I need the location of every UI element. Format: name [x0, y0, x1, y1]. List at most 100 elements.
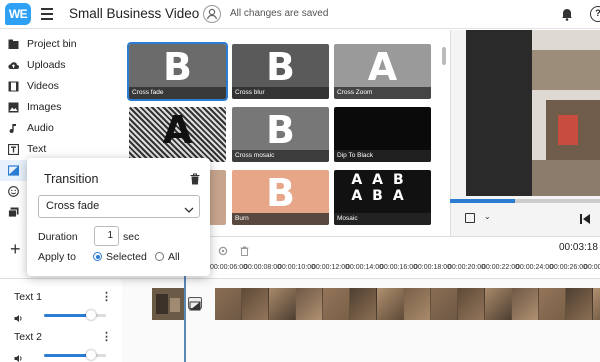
duration-label: Duration	[38, 231, 78, 243]
save-status-text: All changes are saved	[230, 8, 329, 19]
video-preview[interactable]	[466, 30, 600, 196]
clip-frame	[458, 288, 485, 320]
thumbnail-preview-glyph: B	[266, 108, 295, 152]
clip-frame	[377, 288, 404, 320]
sidebar-item-label: Project bin	[27, 38, 77, 50]
sidebar-item-text[interactable]: Text	[0, 139, 122, 160]
timeline-tick-label: 00:00:14:00	[346, 264, 383, 271]
clip-frame	[215, 288, 242, 320]
transition-thumbnail[interactable]: AAB ABA Mosaic	[334, 170, 431, 225]
notification-bell-icon[interactable]	[561, 7, 573, 21]
sidebar-item-images[interactable]: Images	[0, 97, 122, 118]
aspect-ratio-icon[interactable]	[465, 213, 475, 223]
track-1-volume-slider[interactable]	[44, 310, 106, 320]
timeline-tick-label: 00:00:20:00	[448, 264, 485, 271]
clip-frame	[242, 288, 269, 320]
app-logo[interactable]: WE	[5, 3, 31, 25]
timeline-tick-label: 00:00:12:00	[312, 264, 349, 271]
thumbnail-preview-glyph: B	[266, 171, 295, 215]
track-2-volume-fill	[44, 354, 91, 357]
sidebar-item-label: Videos	[27, 80, 59, 92]
chevron-down-icon[interactable]	[184, 201, 194, 213]
trash-icon[interactable]	[190, 172, 200, 185]
duration-input[interactable]: 1	[94, 226, 119, 246]
delete-clip-icon[interactable]	[240, 243, 249, 256]
timeline-tick-label: 00:00:24:00	[516, 264, 553, 271]
apply-selected-label[interactable]: Selected	[106, 251, 147, 263]
transition-marker-icon[interactable]	[188, 297, 202, 311]
apply-all-label[interactable]: All	[168, 251, 180, 263]
apply-all-radio[interactable]	[155, 252, 164, 261]
clip-frame	[404, 288, 431, 320]
sidebar-item-label: Uploads	[27, 59, 66, 71]
templates-icon	[8, 207, 19, 218]
sidebar-item-label: Audio	[27, 122, 54, 134]
clip-frame	[593, 288, 600, 320]
transition-thumbnail[interactable]: B Cross fade	[127, 42, 228, 101]
text-icon	[7, 143, 20, 156]
project-title[interactable]: Small Business Video	[69, 6, 199, 21]
timeline-tick-label: 00:00:18:00	[414, 264, 451, 271]
transitions-icon	[7, 165, 20, 176]
track-headers: Text 1 ⋮ Text 2 ⋮	[0, 278, 122, 362]
video-clip[interactable]	[215, 288, 600, 320]
thumbnail-label: Cross mosaic	[232, 150, 329, 162]
sidebar-item-label: Text	[27, 143, 47, 155]
apply-selected-radio[interactable]	[93, 252, 102, 261]
transition-thumbnail[interactable]: B Cross mosaic	[232, 107, 329, 162]
transition-thumbnail[interactable]: A	[129, 107, 226, 162]
sidebar-item-project-bin[interactable]: Project bin	[0, 34, 122, 55]
track-2-volume-slider[interactable]	[44, 350, 106, 360]
apply-to-label: Apply to	[38, 251, 76, 263]
timeline-tick-label: 00:00:08:00	[244, 264, 281, 271]
share-user-icon[interactable]	[203, 5, 221, 23]
timeline-tick-label: 00:00:10:00	[278, 264, 315, 271]
cloud-upload-icon	[8, 60, 19, 71]
track-2-more-icon[interactable]: ⋮	[101, 332, 112, 343]
clip-frame	[512, 288, 539, 320]
track-1-more-icon[interactable]: ⋮	[101, 292, 112, 303]
link-icon[interactable]	[218, 243, 228, 256]
video-clip[interactable]	[152, 288, 184, 320]
track-1-volume-fill	[44, 314, 91, 317]
track-2-volume-icon[interactable]	[14, 350, 23, 362]
transition-thumbnail[interactable]: B Burn	[232, 170, 329, 225]
sidebar-item-audio[interactable]: Audio	[0, 118, 122, 139]
help-icon[interactable]: ?	[590, 6, 600, 22]
duration-unit: sec	[123, 231, 140, 243]
thumbnail-label: Cross fade	[129, 87, 226, 99]
thumbnail-preview-glyph: B	[266, 45, 295, 89]
transition-thumbnail[interactable]: Dip To Black	[334, 107, 431, 162]
clip-frame	[296, 288, 323, 320]
smiley-icon	[8, 186, 19, 197]
timeline-tick-label: 00:00:06:00	[210, 264, 247, 271]
track-2-volume-knob[interactable]	[85, 350, 96, 360]
folder-icon	[8, 39, 19, 50]
playhead[interactable]	[184, 262, 186, 362]
playback-progress-fill	[450, 199, 515, 203]
thumbnail-label: Mosaic	[334, 213, 431, 225]
sidebar-item-uploads[interactable]: Uploads	[0, 55, 122, 76]
grid-scrollbar[interactable]	[442, 47, 446, 65]
track-1-volume-knob[interactable]	[85, 310, 96, 320]
timeline-tick-label: 00:00:22:00	[482, 264, 519, 271]
timeline-tick-label: 00:00:26:00	[550, 264, 587, 271]
track-1-volume-icon[interactable]	[14, 310, 23, 322]
thumbnail-preview-glyph: A	[162, 108, 193, 152]
add-media-button[interactable]: +	[10, 240, 21, 258]
timeline-tick-label: 00:00:28:00	[584, 264, 600, 271]
clip-frame	[566, 288, 593, 320]
skip-back-icon[interactable]	[579, 212, 591, 224]
chevron-down-icon[interactable]: ⌄	[484, 212, 491, 221]
clip-frame	[485, 288, 512, 320]
transition-thumbnail[interactable]: B Cross blur	[232, 44, 329, 99]
transition-type-value: Cross fade	[46, 200, 100, 212]
hamburger-menu-icon[interactable]	[41, 8, 53, 20]
sidebar-item-videos[interactable]: Videos	[0, 76, 122, 97]
thumbnail-label: Cross Zoom	[334, 87, 431, 99]
track-2-label: Text 2	[14, 331, 43, 343]
transition-thumbnail[interactable]: A Cross Zoom	[334, 44, 431, 99]
timeline-timecode: 00:03:18	[559, 242, 598, 253]
timeline-tick-label: 00:00:16:00	[380, 264, 417, 271]
clip-frame	[323, 288, 350, 320]
